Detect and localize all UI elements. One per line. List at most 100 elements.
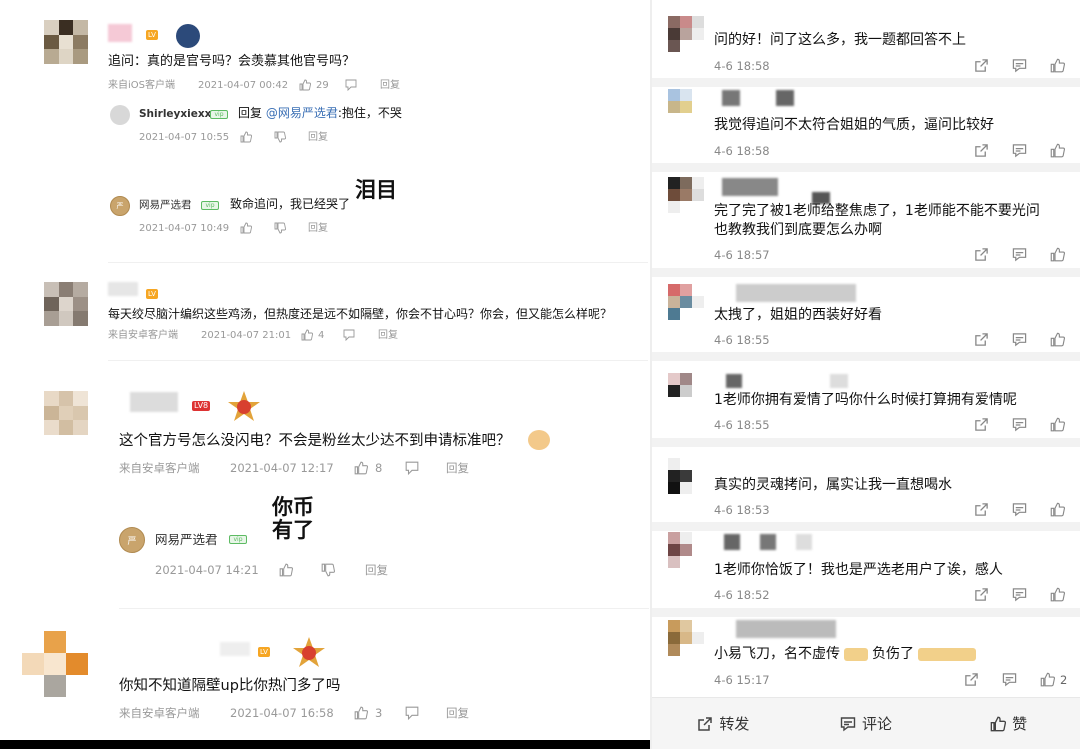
comment-text: 1老师你恰饭了！我也是严选老用户了诶，感人	[714, 562, 1003, 578]
like-icon[interactable]	[240, 131, 252, 143]
dislike-icon[interactable]	[274, 222, 286, 234]
avatar[interactable]	[668, 284, 704, 320]
comment-text: 太拽了，姐姐的西装好好看	[714, 307, 882, 323]
mention-link[interactable]: @网易严选君	[266, 106, 338, 120]
comment-icon[interactable]	[1012, 332, 1030, 350]
reply-button[interactable]: 回复	[446, 461, 469, 476]
comment-icon[interactable]	[1012, 502, 1030, 520]
avatar[interactable]	[44, 20, 88, 64]
reply-text: 致命追问，我已经哭了	[230, 197, 351, 211]
divider	[108, 262, 648, 263]
divider	[652, 78, 1080, 87]
divider	[119, 608, 649, 609]
username-mosaic	[220, 642, 250, 656]
like-icon[interactable]	[1050, 417, 1068, 435]
comment-button[interactable]: 评论	[795, 713, 938, 734]
like-icon[interactable]	[1050, 247, 1068, 265]
like-count: 3	[375, 706, 383, 720]
comment-text: 真实的灵魂拷问，属实让我一直想喝水	[714, 477, 952, 493]
vip-badge: vip	[201, 201, 219, 210]
comment-icon[interactable]	[1002, 672, 1020, 690]
like-label: 赞	[1012, 715, 1028, 733]
avatar[interactable]	[668, 458, 704, 494]
like-icon[interactable]	[1050, 58, 1068, 76]
dislike-icon[interactable]	[274, 131, 286, 143]
avatar[interactable]	[668, 177, 704, 213]
like-icon[interactable]	[1050, 143, 1068, 161]
comment-text: 这个官方号怎么没闪电？不会是粉丝太少达不到申请标准吧？	[119, 433, 511, 449]
share-button[interactable]: 转发	[652, 713, 795, 734]
avatar[interactable]	[668, 373, 704, 409]
username-mosaic	[722, 178, 778, 196]
reply-button[interactable]: 回复	[308, 132, 328, 144]
share-icon[interactable]	[974, 587, 992, 605]
reply-username[interactable]: Shirleyxiexx	[139, 108, 211, 121]
comment-icon[interactable]	[1012, 143, 1030, 161]
reply-button[interactable]: 回复	[446, 706, 469, 721]
avatar[interactable]	[44, 391, 88, 435]
comment-text: 1老师你拥有爱情了吗你什么时候打算拥有爱情呢	[714, 392, 1017, 408]
avatar[interactable]	[22, 631, 88, 697]
username-mosaic	[722, 90, 740, 106]
share-icon[interactable]	[974, 247, 992, 265]
brand-avatar[interactable]: 严	[110, 196, 130, 216]
comment-icon[interactable]	[1012, 417, 1030, 435]
like-icon[interactable]	[301, 329, 313, 341]
comment-time: 4-6 18:57	[714, 248, 770, 262]
comment-label: 评论	[862, 715, 893, 733]
share-icon[interactable]	[964, 672, 982, 690]
avatar[interactable]	[668, 620, 704, 656]
brand-avatar[interactable]: 严	[119, 527, 145, 553]
comment-time: 2021-04-07 00:42	[198, 80, 289, 91]
share-icon[interactable]	[974, 143, 992, 161]
reply-icon[interactable]	[343, 329, 355, 341]
comment-icon[interactable]	[1012, 587, 1030, 605]
reply-button[interactable]: 回复	[365, 563, 388, 578]
comment-time: 2021-04-07 16:58	[230, 706, 334, 720]
username-mosaic	[830, 374, 848, 388]
comment-source: 来自安卓客户端	[108, 330, 178, 341]
like-icon[interactable]	[354, 461, 368, 475]
comment-text: 问的好！问了这么多，我一题都回答不上	[714, 32, 966, 48]
like-icon[interactable]	[354, 706, 368, 720]
share-icon[interactable]	[974, 417, 992, 435]
level-badge: LV8	[192, 401, 211, 411]
divider	[652, 522, 1080, 531]
avatar[interactable]	[110, 105, 130, 125]
avatar[interactable]	[668, 89, 704, 125]
like-button[interactable]: 赞	[937, 713, 1080, 734]
dislike-icon[interactable]	[321, 563, 335, 577]
comment-time: 2021-04-07 21:01	[201, 330, 292, 341]
share-icon[interactable]	[974, 58, 992, 76]
avatar[interactable]	[44, 282, 88, 326]
reply-text: 回复 @网易严选君:抱住，不哭	[238, 106, 402, 120]
like-icon[interactable]	[279, 563, 293, 577]
like-icon[interactable]	[1050, 587, 1068, 605]
reply-icon[interactable]	[345, 79, 357, 91]
like-icon[interactable]	[240, 222, 252, 234]
reply-time: 2021-04-07 10:49	[139, 223, 230, 234]
reply-button[interactable]: 回复	[378, 330, 398, 342]
share-icon[interactable]	[974, 502, 992, 520]
comment-source: 来自安卓客户端	[119, 706, 200, 720]
comment-time: 4-6 18:55	[714, 418, 770, 432]
share-icon[interactable]	[974, 332, 992, 350]
like-icon[interactable]	[1050, 502, 1068, 520]
reply-button[interactable]: 回复	[380, 80, 400, 92]
like-icon[interactable]	[1040, 672, 1058, 690]
avatar[interactable]	[668, 16, 704, 52]
reply-username[interactable]: 网易严选君	[139, 199, 192, 212]
reply-button[interactable]: 回复	[308, 223, 328, 235]
avatar[interactable]	[668, 532, 704, 568]
action-bar: 转发 评论 赞	[652, 697, 1080, 749]
comment-icon[interactable]	[1012, 58, 1030, 76]
reply-icon[interactable]	[405, 461, 419, 475]
right-comment-panel: 问的好！问了这么多，我一题都回答不上 4-6 18:58 我觉得追问不太符合姐姐…	[652, 0, 1080, 749]
reply-username[interactable]: 网易严选君	[155, 532, 218, 547]
username-mosaic	[108, 282, 138, 296]
like-icon[interactable]	[1050, 332, 1068, 350]
reply-icon[interactable]	[405, 706, 419, 720]
comment-icon[interactable]	[1012, 247, 1030, 265]
like-icon[interactable]	[299, 79, 311, 91]
like-count: 8	[375, 461, 383, 475]
